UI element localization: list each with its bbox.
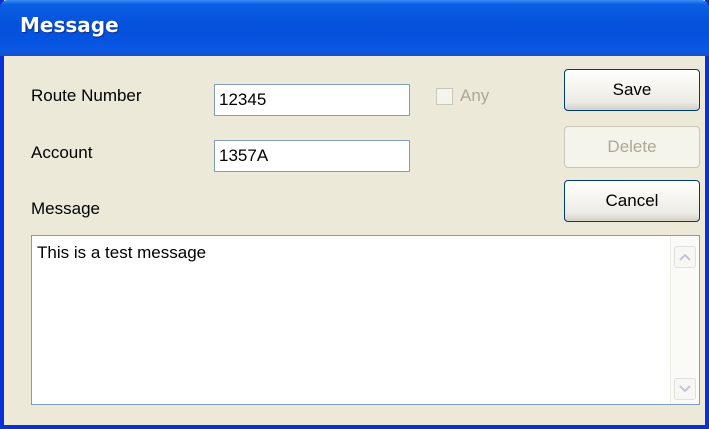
title-bar[interactable]: Message [0, 0, 709, 56]
message-label: Message [31, 199, 100, 218]
account-field[interactable]: 1357A [214, 140, 410, 172]
save-button[interactable]: Save [564, 69, 700, 111]
route-number-field[interactable]: 12345 [214, 84, 410, 116]
route-number-label: Route Number [31, 86, 142, 105]
message-dialog: Message Route Number 12345 Any Account 1… [0, 0, 709, 429]
scroll-down-button[interactable] [674, 378, 696, 400]
any-checkbox-label: Any [460, 86, 490, 105]
message-text: This is a test message [37, 243, 207, 262]
any-checkbox[interactable]: Any [436, 86, 489, 106]
account-label: Account [31, 143, 93, 162]
vertical-scrollbar[interactable] [670, 236, 699, 404]
chevron-down-icon [679, 385, 691, 393]
chevron-up-icon [679, 253, 691, 261]
message-textarea[interactable]: This is a test message [31, 235, 700, 405]
delete-button[interactable]: Delete [564, 126, 700, 168]
scroll-up-button[interactable] [674, 246, 696, 268]
any-checkbox-box[interactable] [436, 87, 453, 105]
window-title: Message [20, 13, 119, 37]
cancel-button[interactable]: Cancel [564, 180, 700, 222]
